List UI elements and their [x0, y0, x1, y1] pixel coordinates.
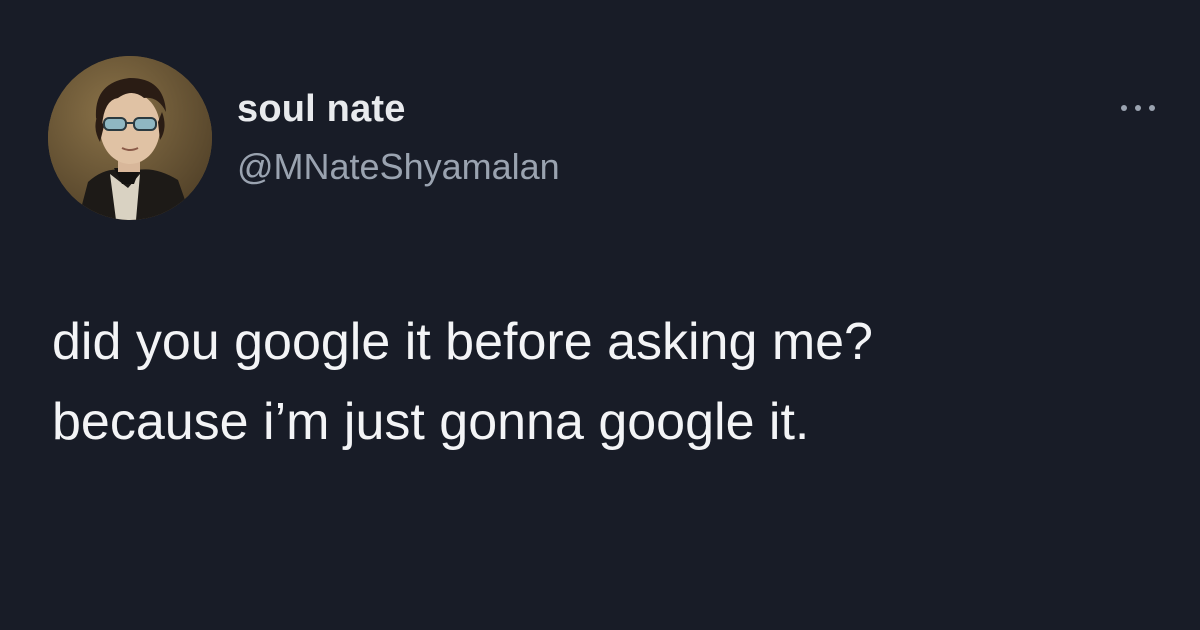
- tweet-text-line: because i’m just gonna google it.: [52, 393, 810, 451]
- more-horizontal-icon: [1121, 105, 1155, 111]
- tweet-text-line: did you google it before asking me?: [52, 313, 873, 371]
- portrait-avatar-icon: [48, 56, 212, 220]
- tweet-text: did you google it before asking me? beca…: [52, 302, 1152, 462]
- user-handle[interactable]: @MNateShyamalan: [237, 146, 560, 188]
- tweet-card: soul nate @MNateShyamalan did you google…: [0, 0, 1200, 630]
- avatar[interactable]: [48, 56, 212, 220]
- display-name[interactable]: soul nate: [237, 88, 406, 131]
- more-options-button[interactable]: [1110, 90, 1166, 126]
